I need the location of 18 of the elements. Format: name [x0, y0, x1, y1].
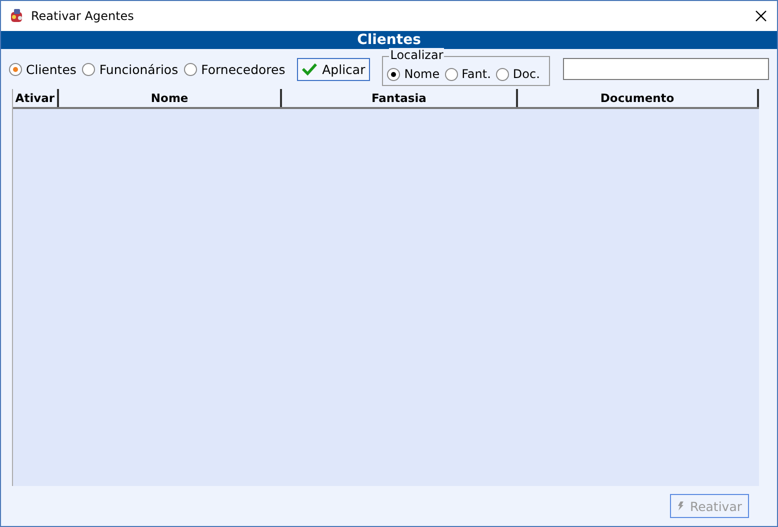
section-header: Clientes — [1, 31, 777, 49]
radio-option[interactable]: Fant. — [444, 67, 491, 81]
radio-option[interactable]: Fornecedores — [184, 62, 286, 76]
window-title: Reativar Agentes — [31, 9, 134, 23]
column-header[interactable]: Fantasia — [282, 89, 518, 107]
column-header[interactable]: Ativar — [13, 89, 59, 107]
app-icon — [9, 8, 25, 24]
radio-option[interactable]: Clientes — [9, 62, 76, 76]
apply-button[interactable]: Aplicar — [297, 58, 370, 80]
column-header[interactable]: Nome — [58, 89, 282, 107]
group-title: Localizar — [389, 48, 444, 62]
radio-option[interactable]: Doc. — [496, 67, 540, 81]
column-header[interactable]: Documento — [518, 89, 759, 107]
checkmark-icon — [302, 62, 318, 76]
radio-option[interactable]: Nome — [387, 67, 440, 81]
search-field[interactable] — [562, 58, 769, 80]
radio-option[interactable]: Funcionários — [82, 62, 178, 76]
close-icon[interactable] — [755, 10, 767, 22]
